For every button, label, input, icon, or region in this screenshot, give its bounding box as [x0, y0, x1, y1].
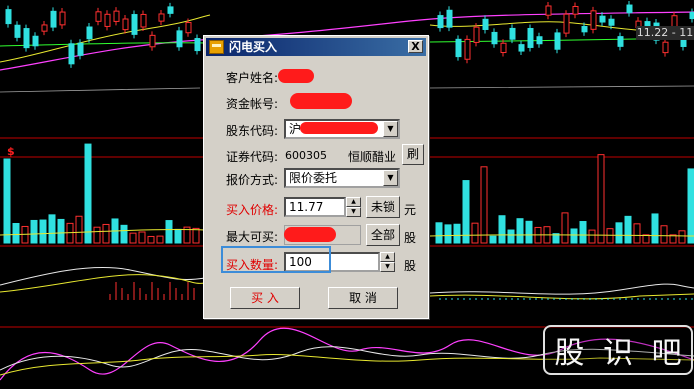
quote-method-select[interactable]: 限价委托 ▼	[284, 168, 400, 188]
price-axis-tag: 11.22 - 11	[636, 26, 694, 40]
all-button[interactable]: 全部	[366, 224, 400, 246]
buy-price-spinner[interactable]: ▲ ▼	[346, 197, 361, 217]
customer-name-redaction	[278, 69, 314, 83]
site-watermark: 股 识 吧	[543, 325, 693, 375]
quote-method-label: 报价方式:	[226, 173, 279, 187]
security-code-value: 600305	[285, 149, 327, 162]
buy-price-label: 买入价格:	[226, 203, 279, 217]
spin-up-icon[interactable]: ▲	[346, 197, 361, 207]
spin-down-icon[interactable]: ▼	[380, 262, 395, 272]
dialog-title-bar[interactable]: 闪电买入 X	[206, 38, 426, 56]
security-code-label: 证券代码:	[226, 150, 279, 164]
buy-qty-spinner[interactable]: ▲ ▼	[380, 252, 395, 272]
flash-buy-dialog: 闪电买入 X 客户姓名: 资金帐号: 股东代码: 沪 ▼ 证券代码: 60030…	[203, 35, 429, 319]
spin-up-icon[interactable]: ▲	[380, 252, 395, 262]
close-button[interactable]: X	[408, 40, 423, 53]
share-unit: 股	[404, 259, 417, 273]
cancel-button[interactable]: 取 消	[328, 287, 398, 309]
dollar-marker: $	[7, 145, 15, 158]
account-redaction	[290, 93, 352, 109]
quantity-highlight-box	[221, 246, 331, 273]
unlock-button[interactable]: 未锁	[366, 196, 400, 218]
max-buy-label: 最大可买:	[226, 230, 279, 244]
watermark-char: 吧	[651, 336, 682, 371]
shareholder-code-redaction	[300, 122, 378, 134]
quote-method-value: 限价委托	[289, 171, 338, 185]
customer-name-label: 客户姓名:	[226, 71, 279, 85]
app-icon	[209, 40, 224, 54]
chevron-down-icon[interactable]: ▼	[383, 121, 398, 137]
buy-button[interactable]: 买 入	[230, 287, 300, 309]
account-label: 资金帐号:	[226, 97, 279, 111]
spin-down-icon[interactable]: ▼	[346, 207, 361, 217]
price-unit: 元	[404, 203, 417, 217]
share-unit: 股	[404, 231, 417, 245]
refresh-button[interactable]: 刷	[402, 144, 424, 165]
buy-price-input[interactable]: 11.77	[284, 197, 346, 217]
watermark-char: 识	[602, 336, 633, 371]
security-name: 恒顺醋业	[348, 150, 397, 164]
watermark-char: 股	[554, 336, 585, 371]
dialog-title: 闪电买入	[229, 40, 278, 54]
max-buy-redaction	[284, 227, 336, 242]
shareholder-code-label: 股东代码:	[226, 124, 279, 138]
chevron-down-icon[interactable]: ▼	[383, 170, 398, 186]
